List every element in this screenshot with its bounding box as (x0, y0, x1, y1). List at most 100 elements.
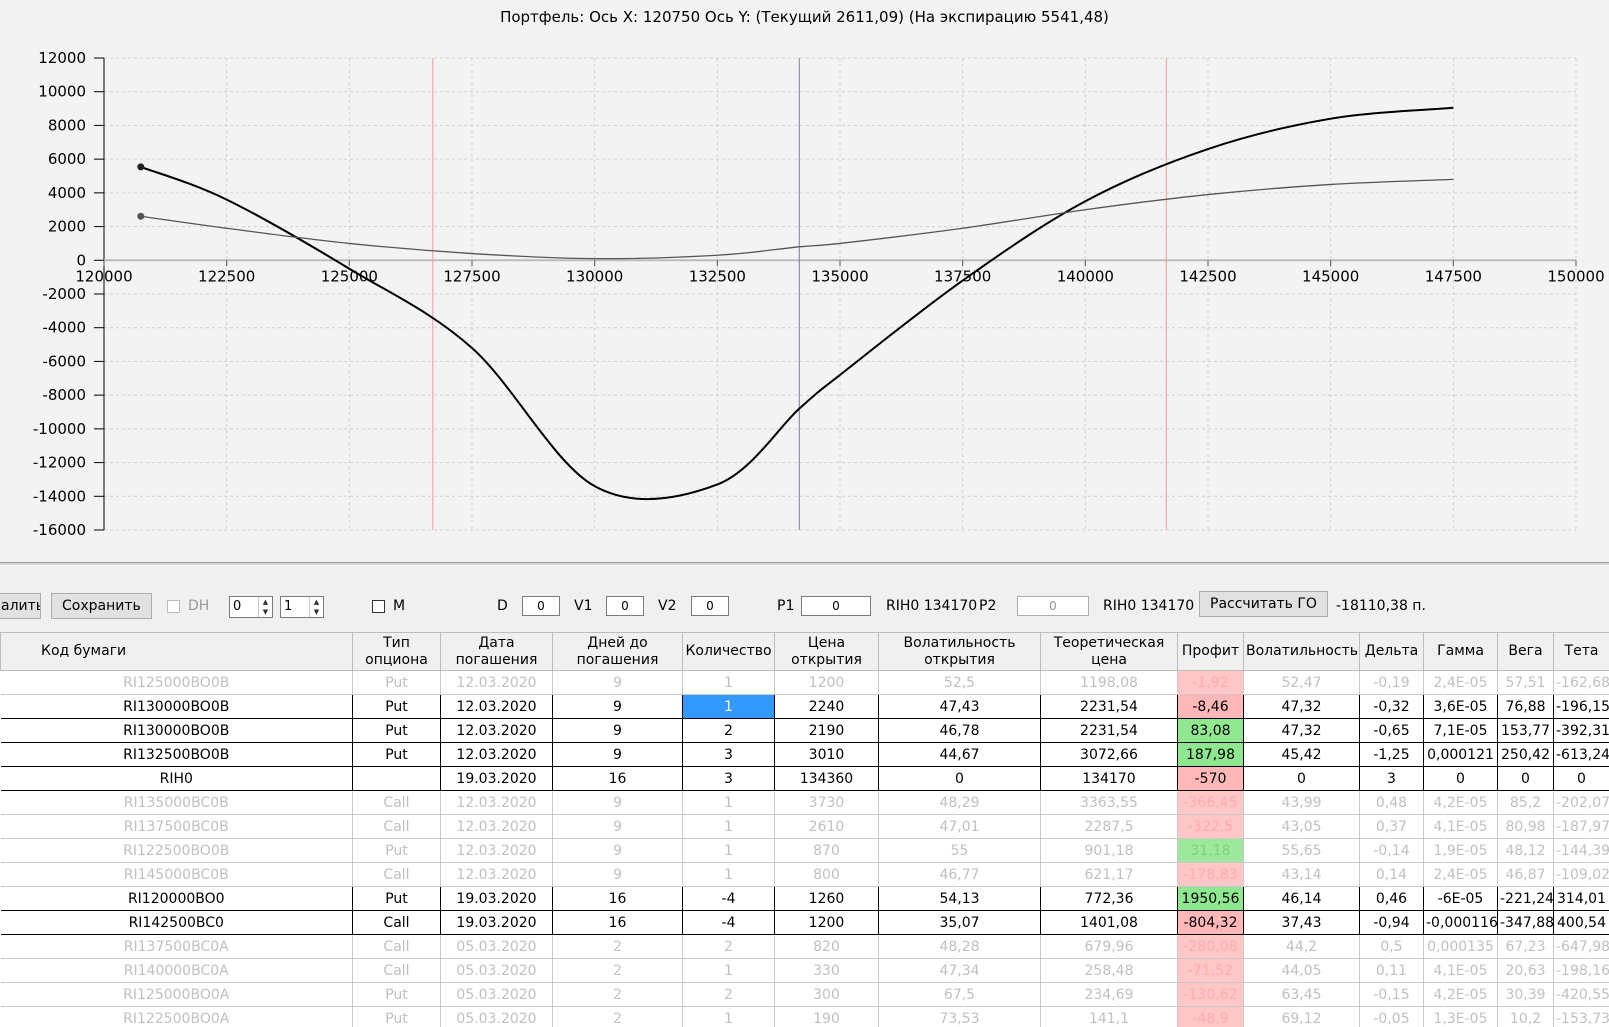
cell-delta[interactable]: 0,11 (1359, 958, 1424, 983)
cell-theta[interactable]: -144,39 (1553, 838, 1609, 863)
cell-code[interactable]: RI142500BC0 (0, 910, 353, 935)
cell-theta[interactable]: -162,68 (1553, 670, 1609, 695)
cell-qty[interactable]: 1 (682, 790, 775, 815)
cell-code[interactable]: RI125000BO0B (0, 670, 353, 695)
cell-vega[interactable]: -347,88 (1497, 910, 1554, 935)
cell-days[interactable]: 16 (552, 766, 683, 791)
cell-open-vol[interactable]: 48,28 (878, 934, 1041, 959)
cell-open-price[interactable]: 2190 (774, 718, 879, 743)
cell-profit[interactable]: -280,08 (1177, 934, 1244, 959)
cell-vol[interactable]: 0 (1243, 766, 1360, 791)
cell-type[interactable]: Put (352, 1006, 441, 1027)
cell-type[interactable]: Put (352, 982, 441, 1007)
cell-exp-date[interactable]: 19.03.2020 (440, 766, 553, 791)
cell-gamma[interactable]: 0,000135 (1423, 934, 1498, 959)
cell-vega[interactable]: 20,63 (1497, 958, 1554, 983)
cell-qty[interactable]: 3 (682, 766, 775, 791)
cell-gamma[interactable]: 4,2E-05 (1423, 982, 1498, 1007)
cell-type[interactable] (352, 766, 441, 791)
cell-profit[interactable]: -178,83 (1177, 862, 1244, 887)
table-row[interactable]: RI132500BO0B Put 12.03.2020 9 3 3010 44,67 3072… (0, 742, 1609, 767)
cell-days[interactable]: 9 (552, 862, 683, 887)
cell-type[interactable]: Put (352, 670, 441, 695)
cell-days[interactable]: 16 (552, 886, 683, 911)
cell-qty[interactable]: 2 (682, 718, 775, 743)
cell-theta[interactable]: -196,15 (1553, 694, 1609, 719)
cell-vol[interactable]: 46,14 (1243, 886, 1360, 911)
cell-theo-price[interactable]: 772,36 (1040, 886, 1178, 911)
cell-delta[interactable]: -0,14 (1359, 838, 1424, 863)
p1-input[interactable]: 0 (801, 596, 871, 616)
cell-days[interactable]: 2 (552, 934, 683, 959)
cell-days[interactable]: 9 (552, 838, 683, 863)
cell-profit[interactable]: -570 (1177, 766, 1244, 791)
cell-theo-price[interactable]: 3363,55 (1040, 790, 1178, 815)
cell-delta[interactable]: -0,32 (1359, 694, 1424, 719)
cell-profit[interactable]: -322,5 (1177, 814, 1244, 839)
cell-type[interactable]: Call (352, 814, 441, 839)
cell-profit[interactable]: 31,18 (1177, 838, 1244, 863)
cell-gamma[interactable]: 2,4E-05 (1423, 670, 1498, 695)
cell-vol[interactable]: 45,42 (1243, 742, 1360, 767)
cell-type[interactable]: Put (352, 838, 441, 863)
cell-qty[interactable]: 1 (682, 694, 775, 719)
cell-exp-date[interactable]: 12.03.2020 (440, 694, 553, 719)
cell-code[interactable]: RI137500BC0A (0, 934, 353, 959)
cell-exp-date[interactable]: 05.03.2020 (440, 958, 553, 983)
cell-exp-date[interactable]: 05.03.2020 (440, 982, 553, 1007)
column-header-vol[interactable]: Волатильность (1243, 632, 1360, 671)
cell-open-vol[interactable]: 46,77 (878, 862, 1041, 887)
table-row[interactable]: RI130000BO0B Put 12.03.2020 9 2 2190 46,78 2231… (0, 718, 1609, 743)
cell-qty[interactable]: 2 (682, 982, 775, 1007)
cell-open-vol[interactable]: 47,01 (878, 814, 1041, 839)
cell-theo-price[interactable]: 2231,54 (1040, 718, 1178, 743)
column-header-days[interactable]: Дней до погашения (552, 632, 683, 671)
cell-delta[interactable]: 3 (1359, 766, 1424, 791)
cell-type[interactable]: Call (352, 910, 441, 935)
cell-qty[interactable]: 3 (682, 742, 775, 767)
cell-gamma[interactable]: 0,000121 (1423, 742, 1498, 767)
cell-delta[interactable]: -0,65 (1359, 718, 1424, 743)
cell-profit[interactable]: -48,9 (1177, 1006, 1244, 1027)
cell-theo-price[interactable]: 258,48 (1040, 958, 1178, 983)
cell-delta[interactable]: 0,37 (1359, 814, 1424, 839)
cell-days[interactable]: 2 (552, 1006, 683, 1027)
cell-open-price[interactable]: 300 (774, 982, 879, 1007)
table-row[interactable]: RI137500BC0B Call 12.03.2020 9 1 2610 47,01 228… (0, 814, 1609, 839)
v1-input[interactable]: 0 (606, 596, 644, 616)
cell-vega[interactable]: 48,12 (1497, 838, 1554, 863)
cell-profit[interactable]: -71,52 (1177, 958, 1244, 983)
cell-vol[interactable]: 43,99 (1243, 790, 1360, 815)
cell-delta[interactable]: 0,48 (1359, 790, 1424, 815)
column-header-qty[interactable]: Количество (682, 632, 775, 671)
cell-open-price[interactable]: 1200 (774, 910, 879, 935)
cell-vega[interactable]: 153,77 (1497, 718, 1554, 743)
cell-gamma[interactable]: 3,6E-05 (1423, 694, 1498, 719)
cell-open-vol[interactable]: 46,78 (878, 718, 1041, 743)
v2-input[interactable]: 0 (691, 596, 729, 616)
cell-exp-date[interactable]: 19.03.2020 (440, 886, 553, 911)
delete-button[interactable]: алить (0, 593, 41, 619)
cell-type[interactable]: Put (352, 742, 441, 767)
cell-open-price[interactable]: 2240 (774, 694, 879, 719)
cell-vega[interactable]: 30,39 (1497, 982, 1554, 1007)
cell-qty[interactable]: 1 (682, 862, 775, 887)
cell-profit[interactable]: -804,32 (1177, 910, 1244, 935)
cell-vega[interactable]: 46,87 (1497, 862, 1554, 887)
cell-open-vol[interactable]: 35,07 (878, 910, 1041, 935)
cell-code[interactable]: RI132500BO0B (0, 742, 353, 767)
cell-open-vol[interactable]: 52,5 (878, 670, 1041, 695)
cell-code[interactable]: RI145000BC0B (0, 862, 353, 887)
column-header-open-vol[interactable]: Волатильность открытия (878, 632, 1041, 671)
cell-open-vol[interactable]: 67,5 (878, 982, 1041, 1007)
table-row[interactable]: RI130000BO0B Put 12.03.2020 9 1 2240 47,43 2231… (0, 694, 1609, 719)
cell-gamma[interactable]: 2,4E-05 (1423, 862, 1498, 887)
cell-open-price[interactable]: 330 (774, 958, 879, 983)
cell-theo-price[interactable]: 901,18 (1040, 838, 1178, 863)
cell-theta[interactable]: -109,02 (1553, 862, 1609, 887)
positions-grid[interactable]: Код бумаги Тип опциона Дата погашения Дней … (0, 632, 1609, 1027)
spin-input-1[interactable]: 0 ▲ ▼ (229, 596, 273, 618)
cell-days[interactable]: 9 (552, 694, 683, 719)
cell-open-price[interactable]: 3010 (774, 742, 879, 767)
cell-theo-price[interactable]: 1198,08 (1040, 670, 1178, 695)
